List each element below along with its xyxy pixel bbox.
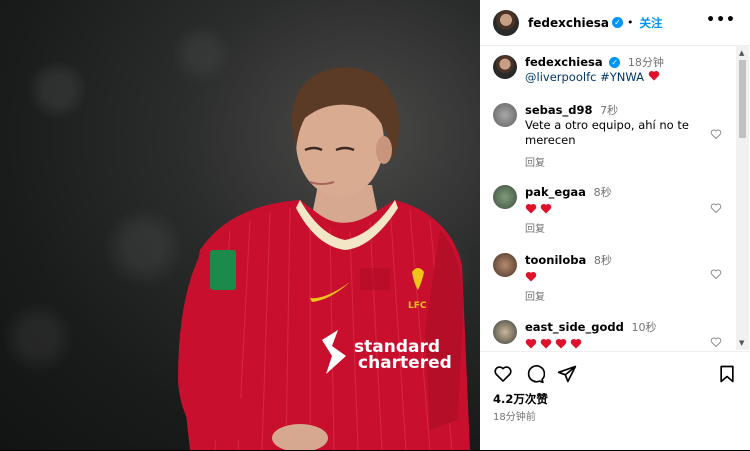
follow-button[interactable]: 关注 <box>639 15 662 31</box>
author-avatar[interactable] <box>493 9 519 36</box>
commenter-username[interactable]: sebas_d98 <box>525 103 592 117</box>
red-heart-emoji-icon <box>570 338 582 349</box>
likes-count[interactable]: 4.2万次赞 <box>493 391 548 407</box>
save-bookmark-icon[interactable] <box>717 364 737 384</box>
commenter-avatar[interactable] <box>493 253 517 277</box>
sponsor-text-line2: chartered <box>358 353 452 373</box>
comment-text: Vete a otro equipo, ahí no te merecen <box>525 118 689 147</box>
commenter-avatar[interactable] <box>493 185 517 209</box>
comment-hearts <box>525 338 656 349</box>
comment-hearts <box>525 203 612 214</box>
post-timestamp[interactable]: 18分钟前 <box>493 408 536 423</box>
comment-item: tooniloba 8秒 回复 <box>493 253 612 305</box>
commenter-avatar[interactable] <box>493 103 517 127</box>
instagram-post-view: standard chartered LFC fedexchiesa ✓ • 关… <box>0 0 750 450</box>
verified-badge-icon: ✓ <box>611 17 623 28</box>
scrollbar-thumb[interactable] <box>739 60 746 138</box>
red-heart-emoji-icon <box>540 203 552 214</box>
share-send-icon[interactable] <box>557 364 577 384</box>
commenter-avatar[interactable] <box>493 320 517 344</box>
comment-item: pak_egaa 8秒 回复 <box>493 185 612 237</box>
author-username[interactable]: fedexchiesa <box>528 16 609 30</box>
separator-dot: • <box>626 16 634 29</box>
red-heart-emoji-icon <box>525 271 537 282</box>
comment-bubble-icon[interactable] <box>525 364 545 384</box>
red-heart-emoji-icon <box>648 70 659 81</box>
caption-hashtag-link[interactable]: #YNWA <box>600 70 644 84</box>
more-options-icon[interactable]: ••• <box>706 12 736 28</box>
scroll-up-arrow-icon[interactable]: ▲ <box>739 49 744 57</box>
comment-hearts <box>525 271 612 282</box>
post-side-panel: fedexchiesa ✓ • 关注 ••• fedexchiesa ✓ 18分… <box>480 0 750 450</box>
comments-scrollbar[interactable]: ▲ ▼ <box>736 46 749 350</box>
comment-time: 10秒 <box>631 321 657 334</box>
red-heart-emoji-icon <box>555 338 567 349</box>
like-comment-heart-icon[interactable] <box>710 128 722 140</box>
red-heart-emoji-icon <box>525 203 537 214</box>
comment-time: 8秒 <box>593 254 612 267</box>
scroll-down-arrow-icon[interactable]: ▼ <box>739 339 744 347</box>
caption-row: fedexchiesa ✓ 18分钟 @liverpoolfc #YNWA <box>493 55 664 85</box>
reply-button[interactable]: 回复 <box>525 290 612 305</box>
commenter-username[interactable]: tooniloba <box>525 253 586 267</box>
caption-username[interactable]: fedexchiesa <box>525 55 603 69</box>
like-comment-heart-icon[interactable] <box>710 202 722 214</box>
player-illustration: standard chartered LFC <box>178 67 470 450</box>
post-header: fedexchiesa ✓ • 关注 ••• <box>480 0 750 46</box>
caption-avatar[interactable] <box>493 55 517 79</box>
caption-time: 18分钟 <box>627 56 664 69</box>
verified-badge-icon: ✓ <box>609 57 621 68</box>
reply-button[interactable]: 回复 <box>525 222 612 237</box>
commenter-username[interactable]: east_side_godd <box>525 320 624 334</box>
red-heart-emoji-icon <box>540 338 552 349</box>
comment-time: 8秒 <box>593 186 612 199</box>
reply-button[interactable]: 回复 <box>525 156 710 171</box>
club-badge-text: LFC <box>408 301 427 311</box>
like-comment-heart-icon[interactable] <box>710 268 722 280</box>
like-comment-heart-icon[interactable] <box>710 336 722 348</box>
caption-mention-link[interactable]: @liverpoolfc <box>525 70 596 84</box>
commenter-username[interactable]: pak_egaa <box>525 185 586 199</box>
comments-list: fedexchiesa ✓ 18分钟 @liverpoolfc #YNWA se… <box>480 46 736 350</box>
post-photo: standard chartered LFC <box>0 0 480 450</box>
comment-item: east_side_godd 10秒 <box>493 320 656 349</box>
post-actions-bar: 4.2万次赞 18分钟前 <box>480 351 750 451</box>
red-heart-emoji-icon <box>525 338 537 349</box>
like-heart-icon[interactable] <box>493 364 513 384</box>
comment-time: 7秒 <box>600 104 619 117</box>
comment-item: sebas_d98 7秒 Vete a otro equipo, ahí no … <box>493 103 710 171</box>
